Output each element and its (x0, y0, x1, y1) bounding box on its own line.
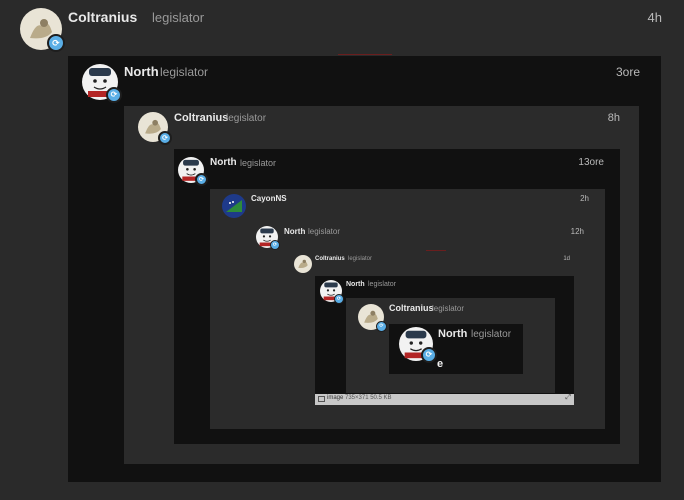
post-author[interactable]: North (284, 227, 305, 236)
avatar-north[interactable]: ⟳ (82, 64, 122, 103)
post-user-title: legislator (308, 227, 341, 236)
post-time[interactable]: 8h (608, 112, 620, 124)
post-user-title: legislator (152, 10, 205, 25)
sync-badge-icon: ⟳ (195, 173, 208, 186)
avatar-coltranius[interactable] (294, 255, 312, 273)
quote-box-level-8: ⟳ North legislator e (389, 324, 523, 374)
post-author[interactable]: North (210, 157, 237, 168)
post-time[interactable]: 4h (648, 10, 662, 25)
sync-badge-icon: ⟳ (376, 321, 387, 332)
red-mark (338, 54, 392, 55)
expand-icon[interactable]: ⤢ (565, 394, 571, 402)
quote-box-level-1: ⟳ North legislator 3ore ⟳ Coltranius leg… (68, 56, 661, 482)
avatar-north[interactable]: ⟳ (399, 327, 437, 363)
quote-box-level-7: ⟳ Coltranius legislator ⟳ North legislat… (346, 298, 555, 393)
avatar-coltranius[interactable]: ⟳ (138, 112, 172, 145)
avatar-cayonns[interactable] (222, 194, 246, 218)
post-user-title: legislator (240, 158, 277, 168)
post-user-title: legislator (348, 256, 373, 262)
post-user-title: legislator (226, 113, 267, 124)
quote-box-level-4: CayonNS 2h ⟳ North legislator 12h Coltra… (210, 189, 605, 429)
coltranius-avatar-icon (294, 255, 312, 273)
post-time[interactable]: 2h (580, 194, 589, 203)
post-time[interactable]: 3ore (616, 65, 640, 79)
avatar-coltranius[interactable]: ⟳ (20, 8, 65, 52)
post-user-title: legislator (368, 281, 397, 288)
image-label: image (327, 395, 344, 401)
avatar-north[interactable]: ⟳ (178, 157, 208, 186)
post-author[interactable]: Coltranius (174, 112, 228, 124)
post-user-title: legislator (432, 304, 465, 313)
quote-box-level-3: ⟳ North legislator 13ore CayonNS 2h ⟳ No… (174, 149, 620, 444)
post-author[interactable]: North (124, 64, 159, 79)
sync-badge-icon: ⟳ (47, 34, 65, 52)
avatar-coltranius[interactable]: ⟳ (358, 304, 387, 332)
post-time[interactable]: 12h (571, 227, 584, 236)
avatar-north[interactable]: ⟳ (320, 280, 344, 304)
post-time[interactable]: 13ore (578, 157, 604, 168)
image-meta: 735×371 50.5 KB (345, 395, 392, 401)
image-icon (318, 396, 325, 402)
post-author[interactable]: Coltranius (315, 256, 345, 262)
sync-badge-icon: ⟳ (270, 240, 280, 250)
sync-badge-icon: ⟳ (334, 294, 344, 304)
sync-badge-icon: ⟳ (158, 131, 172, 145)
flag-avatar-icon (222, 194, 246, 218)
post-user-title: legislator (160, 65, 209, 79)
sync-badge-icon: ⟳ (106, 87, 122, 103)
red-mark (426, 250, 446, 251)
post-time[interactable]: 1d (563, 256, 570, 262)
avatar-north[interactable]: ⟳ (256, 226, 280, 250)
post-body-text: e (437, 358, 444, 370)
post-author[interactable]: Coltranius (389, 303, 434, 313)
post-author[interactable]: Coltranius (68, 9, 137, 25)
post-author[interactable]: North (346, 281, 365, 288)
image-info-bar[interactable]: image 735×371 50.5 KB ⤢ (315, 394, 574, 405)
sync-badge-icon: ⟳ (421, 347, 437, 363)
post-author[interactable]: CayonNS (251, 194, 287, 203)
post-author[interactable]: North (438, 328, 467, 340)
post-user-title: legislator (471, 329, 512, 340)
quote-box-level-6: ⟳ North legislator ⟳ Coltranius legislat… (315, 276, 574, 405)
quote-box-level-5: ⟳ North legislator 12h Coltranius legisl… (244, 225, 594, 425)
quote-box-level-2: ⟳ Coltranius legislator 8h ⟳ North legis… (124, 106, 639, 464)
